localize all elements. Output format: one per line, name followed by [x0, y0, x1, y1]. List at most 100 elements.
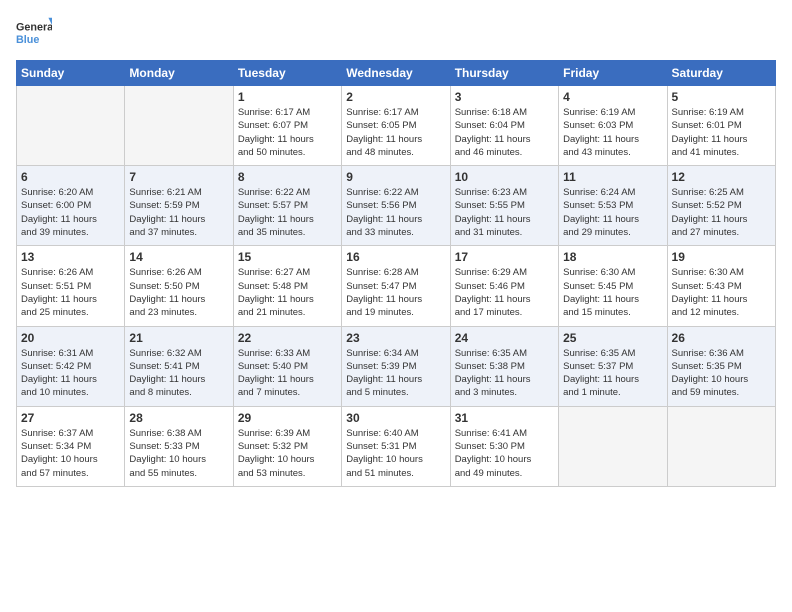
calendar-week-row: 1Sunrise: 6:17 AM Sunset: 6:07 PM Daylig… — [17, 86, 776, 166]
day-number: 23 — [346, 331, 445, 345]
day-info: Sunrise: 6:30 AM Sunset: 5:43 PM Dayligh… — [672, 266, 771, 319]
calendar-cell: 7 Sunrise: 6:21 AM Sunset: 5:59 PM Daylig… — [125, 166, 233, 246]
calendar-cell — [125, 86, 233, 166]
calendar-cell: 17 Sunrise: 6:29 AM Sunset: 5:46 PM Dayli… — [450, 246, 558, 326]
calendar-cell: 21Sunrise: 6:32 AM Sunset: 5:41 PM Dayli… — [125, 326, 233, 406]
calendar-week-row: 13 Sunrise: 6:26 AM Sunset: 5:51 PM Dayli… — [17, 246, 776, 326]
day-number: 29 — [238, 411, 337, 425]
calendar-cell: 30Sunrise: 6:40 AM Sunset: 5:31 PM Dayli… — [342, 406, 450, 486]
day-info: Sunrise: 6:26 AM Sunset: 5:50 PM Dayligh… — [129, 266, 228, 319]
day-number: 14 — [129, 250, 228, 264]
calendar-cell: 31 Sunrise: 6:41 AM Sunset: 5:30 PM Dayli… — [450, 406, 558, 486]
day-info: Sunrise: 6:41 AM Sunset: 5:30 PM Dayligh… — [455, 427, 554, 480]
day-number: 26 — [672, 331, 771, 345]
weekday-header: Saturday — [667, 61, 775, 86]
calendar-cell: 10 Sunrise: 6:23 AM Sunset: 5:55 PM Dayli… — [450, 166, 558, 246]
day-info: Sunrise: 6:18 AM Sunset: 6:04 PM Dayligh… — [455, 106, 554, 159]
day-number: 24 — [455, 331, 554, 345]
calendar-cell: 1Sunrise: 6:17 AM Sunset: 6:07 PM Daylig… — [233, 86, 341, 166]
day-info: Sunrise: 6:19 AM Sunset: 6:01 PM Dayligh… — [672, 106, 771, 159]
day-number: 1 — [238, 90, 337, 104]
day-info: Sunrise: 6:17 AM Sunset: 6:05 PM Dayligh… — [346, 106, 445, 159]
day-info: Sunrise: 6:35 AM Sunset: 5:38 PM Dayligh… — [455, 347, 554, 400]
day-number: 22 — [238, 331, 337, 345]
day-number: 11 — [563, 170, 662, 184]
calendar-cell: 22 Sunrise: 6:33 AM Sunset: 5:40 PM Dayli… — [233, 326, 341, 406]
day-number: 25 — [563, 331, 662, 345]
day-info: Sunrise: 6:25 AM Sunset: 5:52 PM Dayligh… — [672, 186, 771, 239]
day-info: Sunrise: 6:24 AM Sunset: 5:53 PM Dayligh… — [563, 186, 662, 239]
day-info: Sunrise: 6:35 AM Sunset: 5:37 PM Dayligh… — [563, 347, 662, 400]
day-number: 20 — [21, 331, 120, 345]
calendar-cell: 28 Sunrise: 6:38 AM Sunset: 5:33 PM Dayli… — [125, 406, 233, 486]
calendar-cell: 3 Sunrise: 6:18 AM Sunset: 6:04 PM Daylig… — [450, 86, 558, 166]
day-info: Sunrise: 6:33 AM Sunset: 5:40 PM Dayligh… — [238, 347, 337, 400]
calendar-cell: 16 Sunrise: 6:28 AM Sunset: 5:47 PM Dayli… — [342, 246, 450, 326]
day-info: Sunrise: 6:34 AM Sunset: 5:39 PM Dayligh… — [346, 347, 445, 400]
weekday-header: Thursday — [450, 61, 558, 86]
day-number: 15 — [238, 250, 337, 264]
weekday-header: Sunday — [17, 61, 125, 86]
day-info: Sunrise: 6:32 AM Sunset: 5:41 PM Dayligh… — [129, 347, 228, 400]
calendar-cell: 24 Sunrise: 6:35 AM Sunset: 5:38 PM Dayli… — [450, 326, 558, 406]
calendar-cell: 8 Sunrise: 6:22 AM Sunset: 5:57 PM Daylig… — [233, 166, 341, 246]
calendar-cell: 14 Sunrise: 6:26 AM Sunset: 5:50 PM Dayli… — [125, 246, 233, 326]
weekday-header: Wednesday — [342, 61, 450, 86]
day-number: 13 — [21, 250, 120, 264]
day-info: Sunrise: 6:22 AM Sunset: 5:56 PM Dayligh… — [346, 186, 445, 239]
day-info: Sunrise: 6:30 AM Sunset: 5:45 PM Dayligh… — [563, 266, 662, 319]
calendar-cell: 6 Sunrise: 6:20 AM Sunset: 6:00 PM Daylig… — [17, 166, 125, 246]
calendar-cell: 13 Sunrise: 6:26 AM Sunset: 5:51 PM Dayli… — [17, 246, 125, 326]
calendar-cell: 20Sunrise: 6:31 AM Sunset: 5:42 PM Dayli… — [17, 326, 125, 406]
calendar-cell: 18Sunrise: 6:30 AM Sunset: 5:45 PM Dayli… — [559, 246, 667, 326]
calendar-cell: 26 Sunrise: 6:36 AM Sunset: 5:35 PM Dayli… — [667, 326, 775, 406]
svg-text:Blue: Blue — [16, 34, 39, 46]
calendar-cell: 15 Sunrise: 6:27 AM Sunset: 5:48 PM Dayli… — [233, 246, 341, 326]
day-number: 4 — [563, 90, 662, 104]
day-info: Sunrise: 6:26 AM Sunset: 5:51 PM Dayligh… — [21, 266, 120, 319]
day-number: 28 — [129, 411, 228, 425]
calendar-cell — [559, 406, 667, 486]
calendar-cell: 27 Sunrise: 6:37 AM Sunset: 5:34 PM Dayli… — [17, 406, 125, 486]
day-info: Sunrise: 6:23 AM Sunset: 5:55 PM Dayligh… — [455, 186, 554, 239]
day-info: Sunrise: 6:28 AM Sunset: 5:47 PM Dayligh… — [346, 266, 445, 319]
weekday-header: Tuesday — [233, 61, 341, 86]
day-number: 3 — [455, 90, 554, 104]
day-number: 31 — [455, 411, 554, 425]
day-number: 27 — [21, 411, 120, 425]
day-number: 10 — [455, 170, 554, 184]
day-number: 7 — [129, 170, 228, 184]
calendar-week-row: 27 Sunrise: 6:37 AM Sunset: 5:34 PM Dayli… — [17, 406, 776, 486]
calendar-cell: 4Sunrise: 6:19 AM Sunset: 6:03 PM Daylig… — [559, 86, 667, 166]
calendar-cell: 12 Sunrise: 6:25 AM Sunset: 5:52 PM Dayli… — [667, 166, 775, 246]
calendar-cell: 23 Sunrise: 6:34 AM Sunset: 5:39 PM Dayli… — [342, 326, 450, 406]
day-number: 9 — [346, 170, 445, 184]
page-header: General Blue — [16, 16, 776, 52]
day-info: Sunrise: 6:21 AM Sunset: 5:59 PM Dayligh… — [129, 186, 228, 239]
logo-icon: General Blue — [16, 16, 52, 52]
logo: General Blue — [16, 16, 52, 52]
day-number: 6 — [21, 170, 120, 184]
calendar-cell: 11 Sunrise: 6:24 AM Sunset: 5:53 PM Dayli… — [559, 166, 667, 246]
day-info: Sunrise: 6:22 AM Sunset: 5:57 PM Dayligh… — [238, 186, 337, 239]
calendar-cell: 29 Sunrise: 6:39 AM Sunset: 5:32 PM Dayli… — [233, 406, 341, 486]
day-info: Sunrise: 6:20 AM Sunset: 6:00 PM Dayligh… — [21, 186, 120, 239]
day-number: 5 — [672, 90, 771, 104]
day-info: Sunrise: 6:39 AM Sunset: 5:32 PM Dayligh… — [238, 427, 337, 480]
day-number: 8 — [238, 170, 337, 184]
day-info: Sunrise: 6:27 AM Sunset: 5:48 PM Dayligh… — [238, 266, 337, 319]
day-info: Sunrise: 6:40 AM Sunset: 5:31 PM Dayligh… — [346, 427, 445, 480]
day-info: Sunrise: 6:37 AM Sunset: 5:34 PM Dayligh… — [21, 427, 120, 480]
calendar-cell: 19Sunrise: 6:30 AM Sunset: 5:43 PM Dayli… — [667, 246, 775, 326]
weekday-header: Friday — [559, 61, 667, 86]
day-number: 16 — [346, 250, 445, 264]
weekday-header: Monday — [125, 61, 233, 86]
calendar-week-row: 20Sunrise: 6:31 AM Sunset: 5:42 PM Dayli… — [17, 326, 776, 406]
day-info: Sunrise: 6:29 AM Sunset: 5:46 PM Dayligh… — [455, 266, 554, 319]
day-number: 17 — [455, 250, 554, 264]
day-number: 2 — [346, 90, 445, 104]
day-info: Sunrise: 6:38 AM Sunset: 5:33 PM Dayligh… — [129, 427, 228, 480]
day-number: 12 — [672, 170, 771, 184]
day-info: Sunrise: 6:36 AM Sunset: 5:35 PM Dayligh… — [672, 347, 771, 400]
calendar-cell: 25 Sunrise: 6:35 AM Sunset: 5:37 PM Dayli… — [559, 326, 667, 406]
